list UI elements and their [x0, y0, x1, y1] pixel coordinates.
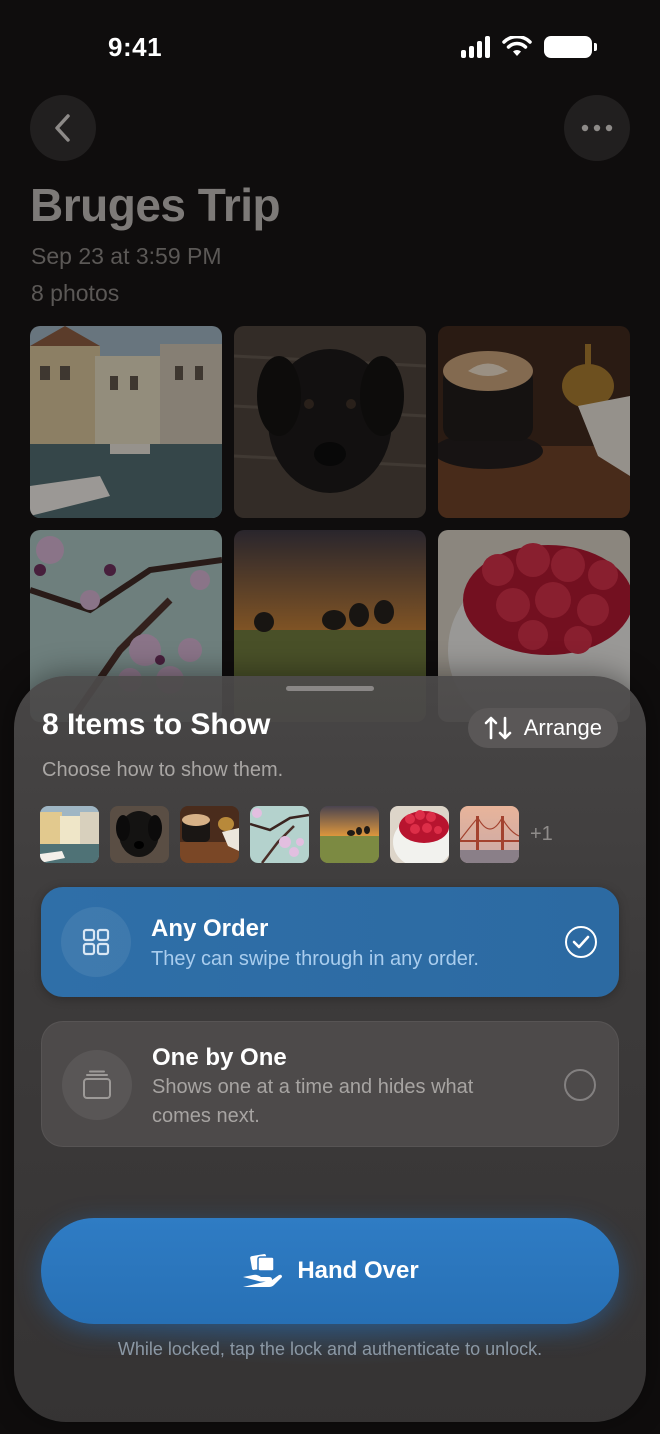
option-any-order[interactable]: Any Order They can swipe through in any …	[41, 887, 619, 997]
stack-icon	[62, 1050, 132, 1120]
photo-black-dog[interactable]	[234, 326, 426, 518]
arrange-label: Arrange	[523, 715, 602, 740]
radio-empty-icon[interactable]	[564, 1069, 596, 1101]
lock-footnote: While locked, tap the lock and authentic…	[117, 1339, 543, 1359]
show-items-sheet: 8 Items to Show Arrange Choose how to sh…	[14, 676, 646, 1422]
cellular-signal-icon	[461, 36, 490, 58]
thumbnail-golden-gate-bridge	[460, 806, 519, 863]
option-any-order-title: Any Order	[151, 915, 269, 942]
back-button[interactable]	[30, 95, 96, 161]
battery-icon	[544, 36, 597, 58]
option-one-by-one-description: Shows one at a time and hides what comes…	[152, 1076, 474, 1127]
photo-latte-cup[interactable]	[438, 326, 630, 518]
chevron-left-icon	[55, 114, 70, 142]
grid-icon	[61, 907, 131, 977]
option-any-order-description: They can swipe through in any order.	[151, 948, 479, 970]
option-one-by-one-title: One by One	[152, 1044, 287, 1071]
album-date: Sep 23 at 3:59 PM	[31, 243, 222, 269]
sheet-title: 8 Items to Show	[42, 708, 271, 741]
checkmark-circle-icon[interactable]	[565, 926, 597, 958]
option-one-by-one[interactable]: One by One Shows one at a time and hides…	[41, 1021, 619, 1147]
ellipsis-icon	[581, 124, 613, 132]
status-bar: 9:41	[0, 0, 660, 96]
page-title: Bruges Trip	[30, 179, 281, 231]
thumbnail-black-dog	[110, 806, 169, 863]
sort-arrows-icon	[484, 716, 512, 740]
thumbnail-strip: +1	[40, 806, 553, 863]
sheet-subtitle: Choose how to show them.	[42, 759, 284, 781]
hand-with-photos-icon	[243, 1254, 283, 1287]
photo-count: 8 photos	[31, 280, 120, 306]
sheet-grabber[interactable]	[286, 686, 374, 691]
thumbnail-cherry-blossom	[250, 806, 309, 863]
more-button[interactable]	[564, 95, 630, 161]
thumbnail-canal-houses	[40, 806, 99, 863]
photo-canal-houses[interactable]	[30, 326, 222, 518]
arrange-button[interactable]: Arrange	[467, 708, 618, 748]
thumbnail-latte-cup	[180, 806, 239, 863]
more-items-count: +1	[530, 823, 553, 845]
hand-over-label: Hand Over	[297, 1257, 419, 1284]
photo-grid	[30, 326, 630, 722]
status-time: 9:41	[108, 32, 163, 62]
thumbnail-raspberries	[390, 806, 449, 863]
thumbnail-sunset-field	[320, 806, 379, 863]
wifi-icon	[502, 36, 532, 56]
hand-over-button[interactable]: Hand Over	[41, 1218, 619, 1324]
